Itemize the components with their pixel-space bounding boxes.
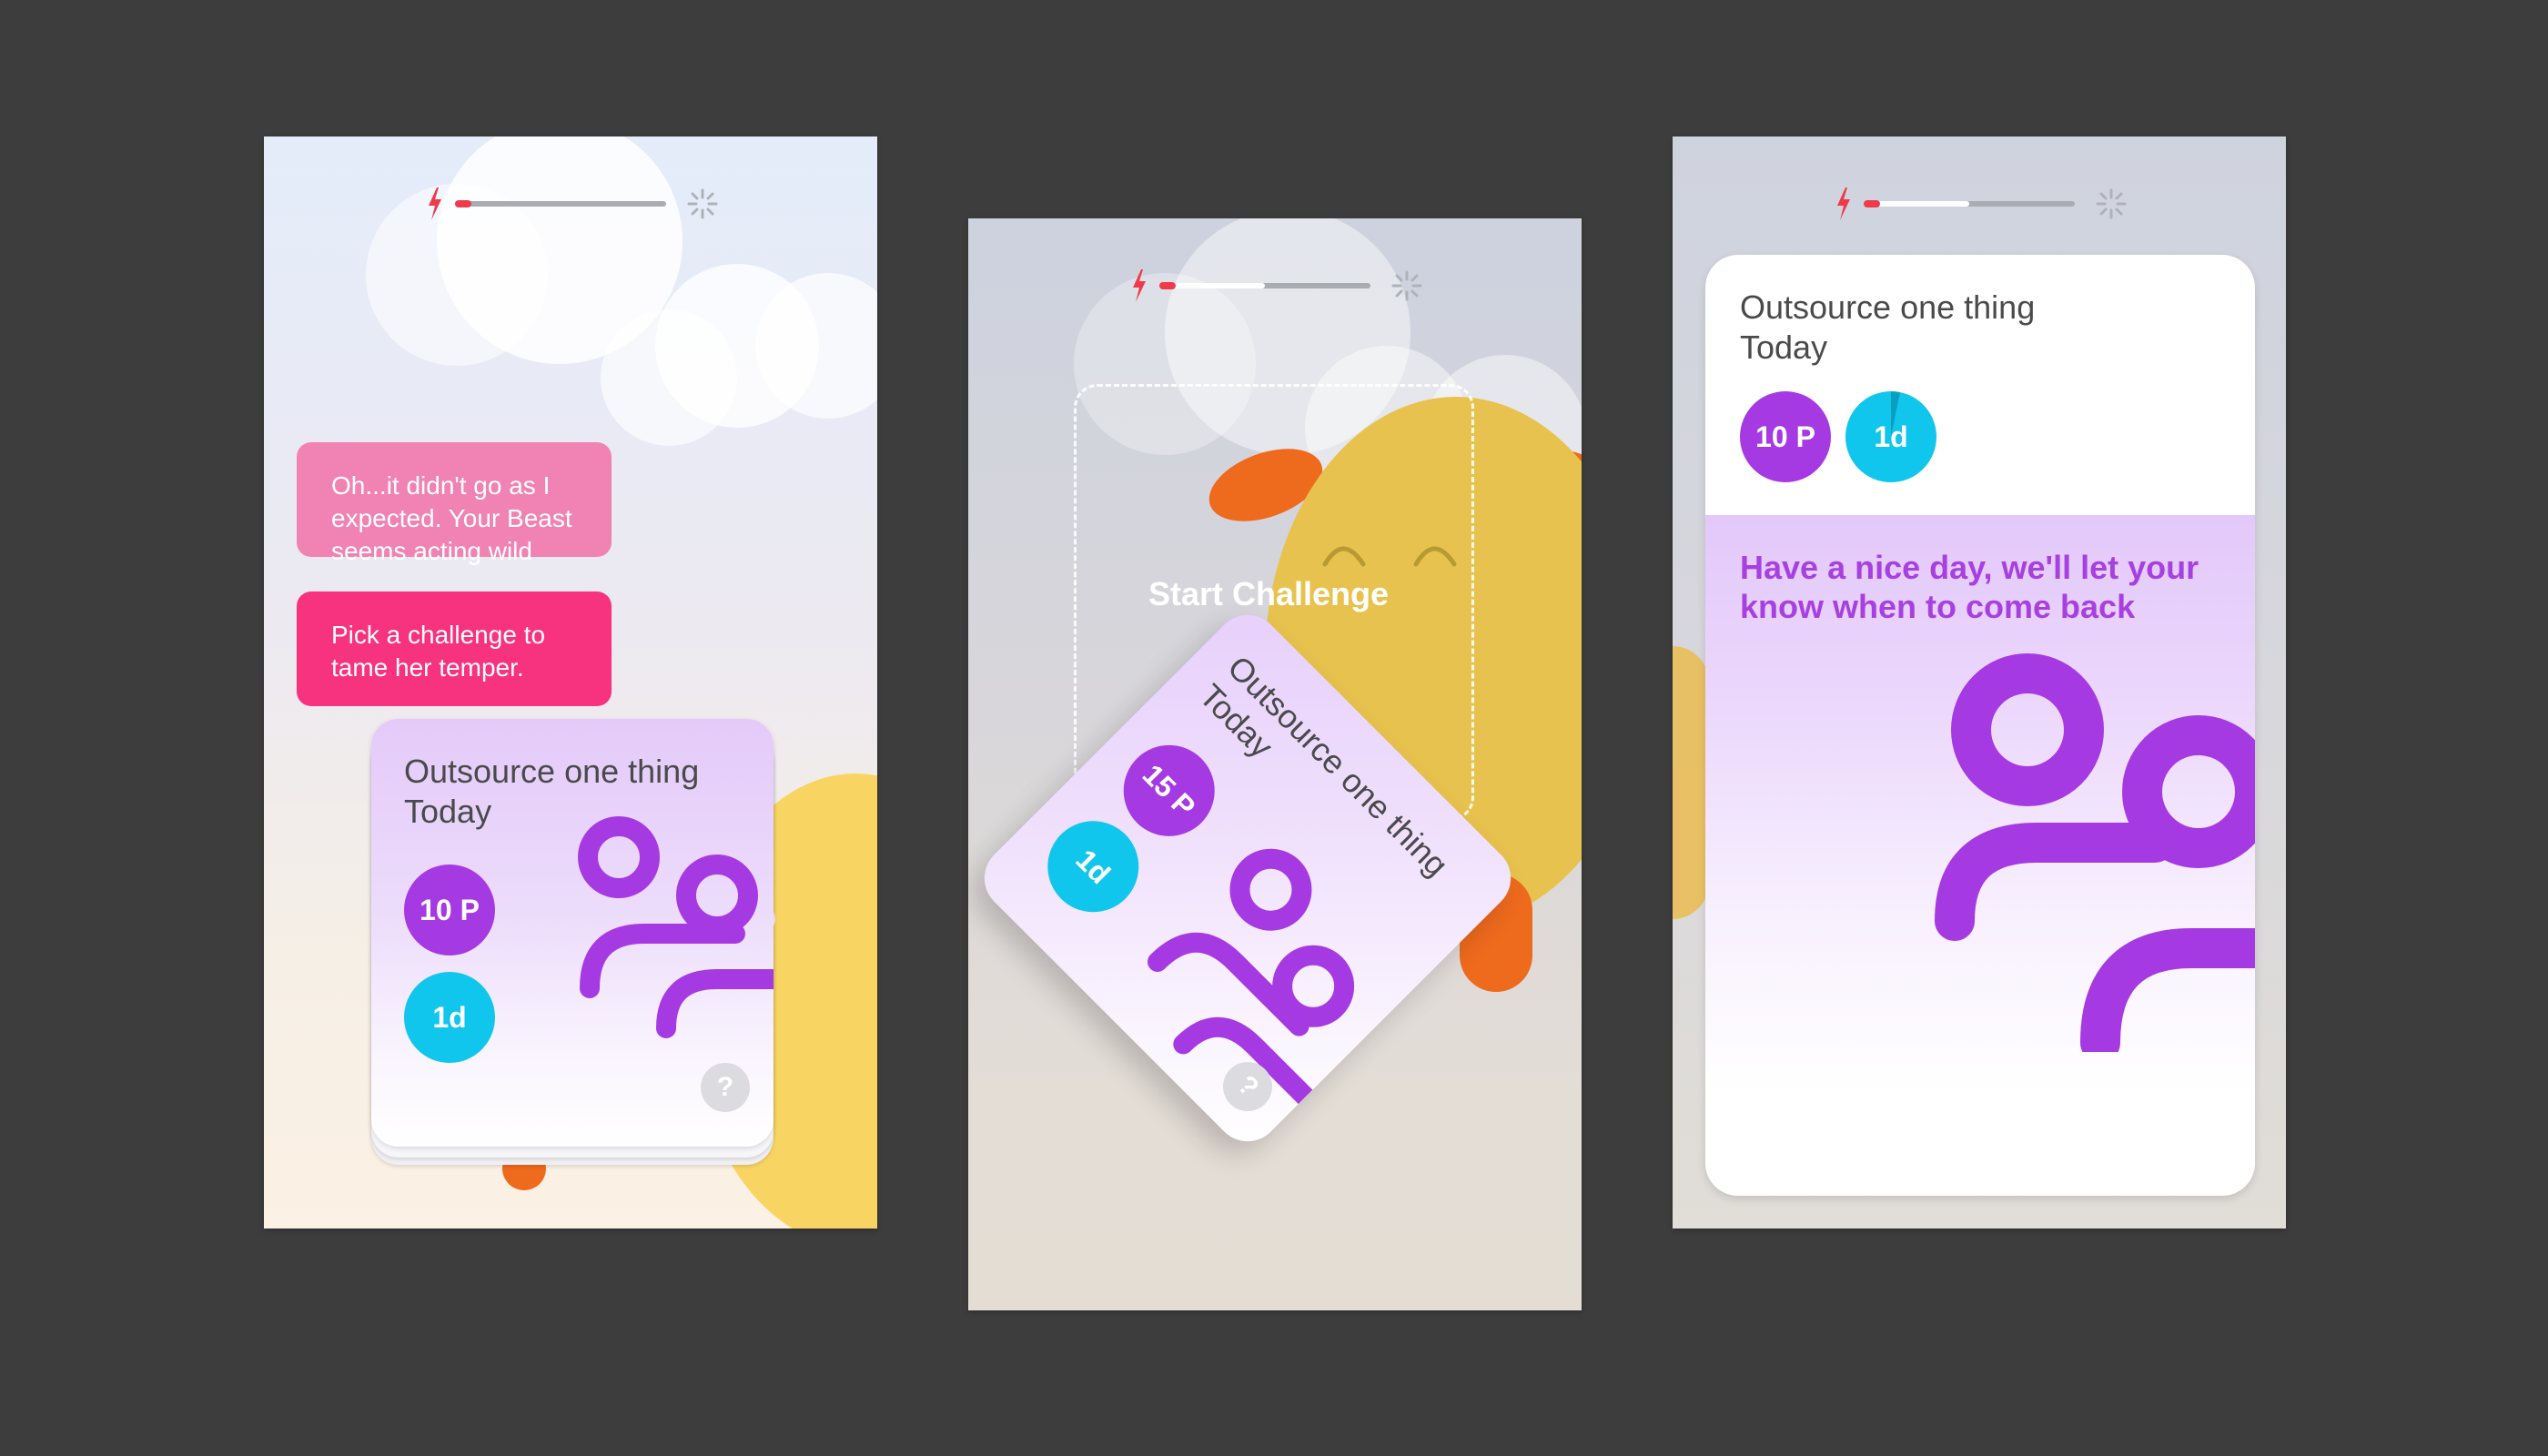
bolt-icon <box>1837 187 1850 220</box>
energy-track <box>455 200 666 207</box>
energy-track <box>1159 282 1370 289</box>
screen-challenge-accepted: Outsource one thing Today 10 P 1d Have a… <box>1673 136 2286 1228</box>
sparkle-icon <box>2096 188 2127 219</box>
cloud <box>601 309 737 446</box>
sparkle-icon <box>687 188 718 219</box>
bolt-icon <box>429 187 441 220</box>
help-icon[interactable]: ? <box>701 1063 750 1112</box>
message-bubble-wild: Oh...it didn't go as I expected. Your Be… <box>297 442 612 565</box>
energy-indicator <box>1159 282 1176 289</box>
start-challenge-label: Start Challenge <box>1148 575 1390 612</box>
screen-drag-challenge: Start Challenge Outsource one thing Toda… <box>968 218 1582 1310</box>
energy-bar <box>1673 186 2286 222</box>
screen-pick-challenge: Oh...it didn't go as I expected. Your Be… <box>264 136 877 1228</box>
card-title: Outsource one thing Today <box>1740 288 2036 366</box>
come-back-message: Have a nice day, we'll let your know whe… <box>1740 549 2199 625</box>
energy-indicator <box>455 200 471 207</box>
energy-bar <box>264 186 877 222</box>
challenge-card-expanded: Outsource one thing Today 10 P 1d Have a… <box>1705 255 2255 1196</box>
bolt-icon <box>1133 269 1146 302</box>
beast-edge <box>1673 646 1709 919</box>
outsource-people-icon <box>578 816 774 1038</box>
points-badge: 10 P <box>1740 391 1831 482</box>
message-bubble-pick: Pick a challenge to tame her temper. <box>297 592 612 706</box>
duration-badge: 1d <box>404 972 495 1063</box>
energy-bar <box>968 268 1582 304</box>
energy-indicator <box>1864 200 1880 207</box>
sparkle-icon <box>1391 270 1422 301</box>
card-message-area: Have a nice day, we'll let your know whe… <box>1705 515 2255 1196</box>
challenge-card[interactable]: Outsource one thing Today 10 P 1d ? <box>371 719 774 1147</box>
duration-label: 1d <box>1874 420 1908 453</box>
energy-track <box>1864 200 2075 207</box>
card-title: Outsource one thing Today <box>404 753 700 830</box>
duration-timer-badge: 1d <box>1845 391 1936 482</box>
outsource-people-icon <box>1935 653 2255 1052</box>
points-badge: 10 P <box>404 864 495 956</box>
